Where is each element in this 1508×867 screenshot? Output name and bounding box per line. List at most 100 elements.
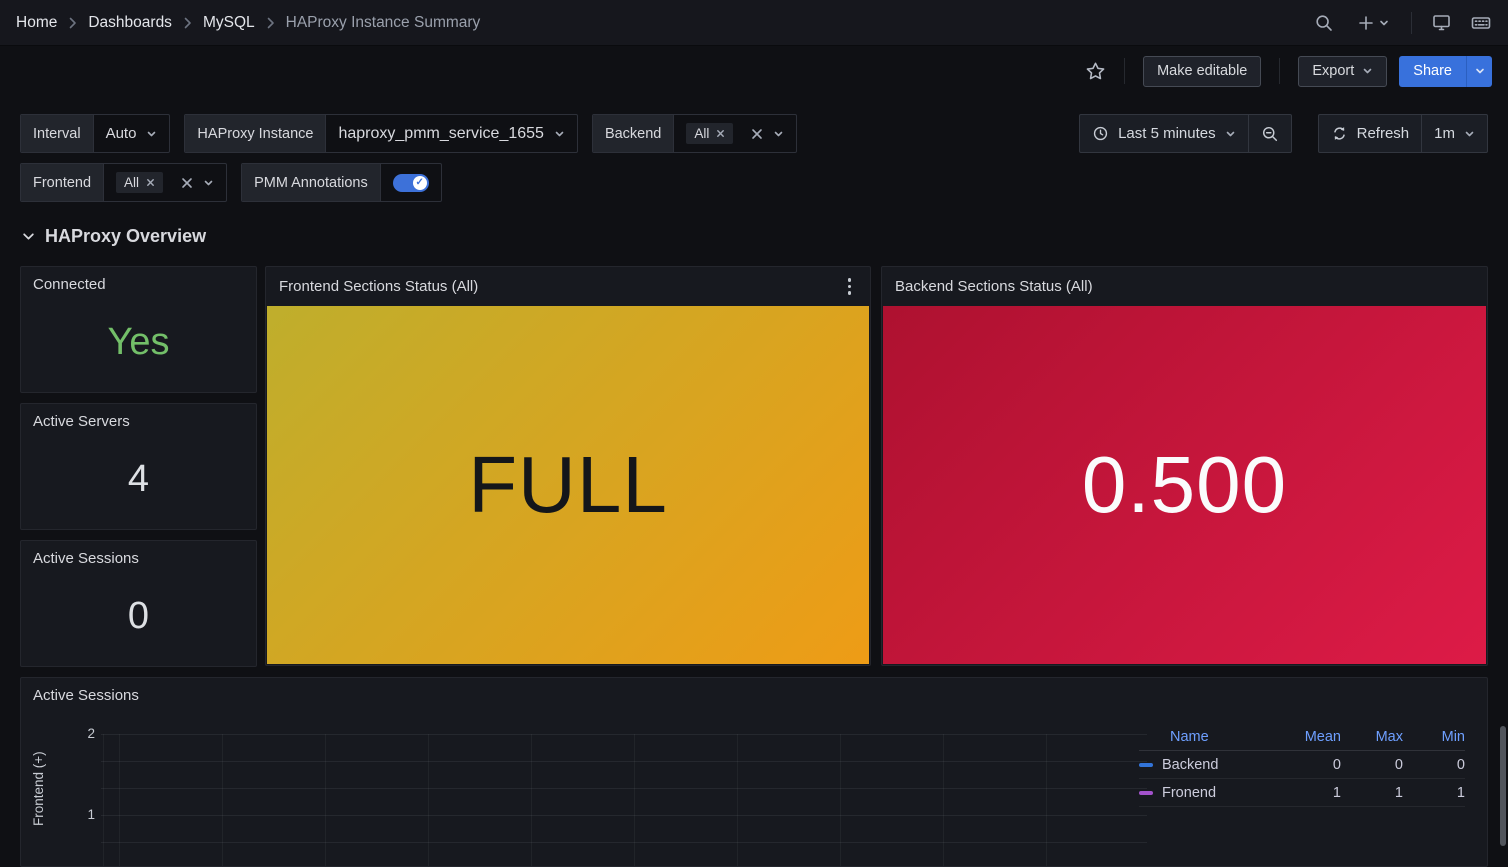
legend-header-max[interactable]: Max bbox=[1341, 729, 1403, 745]
make-editable-button[interactable]: Make editable bbox=[1143, 56, 1261, 87]
export-button[interactable]: Export bbox=[1298, 56, 1387, 87]
chevron-down-icon bbox=[146, 130, 157, 138]
stat-background: 0.500 bbox=[883, 306, 1486, 664]
time-range-label: Last 5 minutes bbox=[1118, 125, 1216, 142]
refresh-button[interactable]: Refresh bbox=[1319, 115, 1422, 152]
legend-min: 1 bbox=[1403, 785, 1465, 801]
panel-title[interactable]: Connected bbox=[21, 267, 256, 293]
series-name-backend[interactable]: Backend bbox=[1162, 757, 1218, 773]
panel-active-sessions-stat: Active Sessions 0 bbox=[20, 540, 257, 667]
keyboard-icon[interactable] bbox=[1470, 12, 1492, 34]
legend-header-min[interactable]: Min bbox=[1403, 729, 1465, 745]
chevron-down-icon bbox=[1464, 130, 1475, 138]
breadcrumb-mysql[interactable]: MySQL bbox=[203, 14, 255, 32]
y-axis-label: Frontend (+) bbox=[31, 736, 46, 826]
haproxy-instance-select[interactable]: haproxy_pmm_service_1655 bbox=[326, 115, 576, 152]
backend-chip-all[interactable]: All bbox=[686, 123, 733, 144]
clear-selection-icon[interactable] bbox=[751, 128, 763, 140]
refresh-icon bbox=[1331, 125, 1348, 142]
haproxy-instance-value: haproxy_pmm_service_1655 bbox=[338, 125, 543, 143]
haproxy-instance-label: HAProxy Instance bbox=[185, 115, 326, 152]
chevron-down-icon bbox=[1225, 130, 1236, 138]
chevron-down-icon bbox=[1362, 67, 1373, 75]
series-swatch-fronend bbox=[1139, 791, 1153, 795]
chart-legend-table: Name Mean Max Min Backend 0 0 0 Fronend … bbox=[1139, 724, 1465, 807]
frontend-chip-all[interactable]: All bbox=[116, 172, 163, 193]
legend-header-name[interactable]: Name bbox=[1139, 729, 1279, 745]
y-axis-tick: 2 bbox=[71, 726, 95, 741]
chart-plot-area[interactable] bbox=[101, 734, 1147, 866]
backend-select[interactable]: All bbox=[674, 115, 796, 152]
breadcrumb-bar: Home Dashboards MySQL HAProxy Instance S… bbox=[0, 0, 1508, 46]
variable-frontend: Frontend All bbox=[20, 163, 227, 202]
dashboard-actions-bar: Make editable Export Share bbox=[0, 47, 1508, 95]
close-icon[interactable] bbox=[716, 129, 725, 138]
time-picker: Last 5 minutes bbox=[1079, 114, 1292, 153]
stat-background: FULL bbox=[267, 306, 869, 664]
toggle-check-icon: ✓ bbox=[413, 176, 427, 190]
zoom-out-icon bbox=[1261, 125, 1279, 143]
variable-backend: Backend All bbox=[592, 114, 797, 153]
pmm-annotations-label: PMM Annotations bbox=[242, 164, 381, 201]
frontend-label: Frontend bbox=[21, 164, 104, 201]
panel-title[interactable]: Backend Sections Status (All) bbox=[895, 278, 1093, 295]
chevron-down-icon bbox=[203, 179, 214, 187]
legend-max: 0 bbox=[1341, 757, 1403, 773]
row-haproxy-overview[interactable]: HAProxy Overview bbox=[22, 226, 206, 247]
toolbar-divider bbox=[1411, 12, 1412, 34]
clock-icon bbox=[1092, 125, 1109, 142]
pmm-annotations-toggle[interactable]: ✓ bbox=[393, 174, 429, 192]
close-icon[interactable] bbox=[146, 178, 155, 187]
panel-active-sessions-chart: Active Sessions Frontend (+) 2 1 Name Me… bbox=[20, 677, 1488, 867]
chevron-down-icon bbox=[22, 232, 35, 241]
star-icon[interactable] bbox=[1084, 60, 1106, 82]
clear-selection-icon[interactable] bbox=[181, 177, 193, 189]
frontend-select[interactable]: All bbox=[104, 164, 226, 201]
legend-row-fronend: Fronend 1 1 1 bbox=[1139, 779, 1465, 807]
panel-title[interactable]: Active Servers bbox=[21, 404, 256, 430]
legend-header-mean[interactable]: Mean bbox=[1279, 729, 1341, 745]
stat-value-frontend-status: FULL bbox=[468, 439, 668, 531]
actions-divider bbox=[1124, 58, 1125, 84]
refresh-picker: Refresh 1m bbox=[1318, 114, 1488, 153]
stat-value-active-servers: 4 bbox=[128, 458, 149, 501]
zoom-out-button[interactable] bbox=[1248, 115, 1291, 152]
interval-label: Interval bbox=[21, 115, 94, 152]
panel-frontend-sections-status: Frontend Sections Status (All) FULL bbox=[265, 266, 871, 666]
panel-title[interactable]: Active Sessions bbox=[21, 541, 256, 567]
breadcrumb-dashboards[interactable]: Dashboards bbox=[88, 14, 172, 32]
export-button-label: Export bbox=[1312, 63, 1354, 79]
dashboard-controls: Interval Auto HAProxy Instance haproxy_p… bbox=[20, 114, 1488, 202]
legend-mean: 0 bbox=[1279, 757, 1341, 773]
legend-header-row: Name Mean Max Min bbox=[1139, 724, 1465, 751]
chevron-right-icon bbox=[183, 17, 192, 29]
y-axis-tick: 1 bbox=[71, 807, 95, 822]
variable-haproxy-instance: HAProxy Instance haproxy_pmm_service_165… bbox=[184, 114, 578, 153]
time-range-button[interactable]: Last 5 minutes bbox=[1080, 115, 1248, 152]
panel-title[interactable]: Frontend Sections Status (All) bbox=[279, 278, 478, 295]
search-icon[interactable] bbox=[1313, 12, 1335, 34]
interval-select[interactable]: Auto bbox=[94, 115, 170, 152]
panel-connected: Connected Yes bbox=[20, 266, 257, 393]
monitor-icon[interactable] bbox=[1430, 12, 1452, 34]
series-swatch-backend bbox=[1139, 763, 1153, 767]
breadcrumb: Home Dashboards MySQL HAProxy Instance S… bbox=[16, 14, 480, 32]
share-menu-caret[interactable] bbox=[1466, 56, 1492, 87]
panel-title[interactable]: Active Sessions bbox=[33, 687, 139, 704]
section-title: HAProxy Overview bbox=[45, 226, 206, 247]
page-scrollbar-thumb[interactable] bbox=[1500, 726, 1506, 846]
breadcrumb-current: HAProxy Instance Summary bbox=[286, 14, 481, 32]
pmm-annotations-control: PMM Annotations ✓ bbox=[241, 163, 442, 202]
panel-menu-kebab-icon[interactable] bbox=[842, 274, 858, 299]
refresh-interval-select[interactable]: 1m bbox=[1421, 115, 1487, 152]
refresh-interval-value: 1m bbox=[1434, 125, 1455, 142]
stat-value-connected: Yes bbox=[108, 321, 170, 364]
backend-chip-label: All bbox=[694, 126, 709, 141]
new-plus-icon[interactable] bbox=[1353, 12, 1393, 34]
series-name-fronend[interactable]: Fronend bbox=[1162, 785, 1216, 801]
breadcrumb-home[interactable]: Home bbox=[16, 14, 57, 32]
share-button[interactable]: Share bbox=[1399, 56, 1466, 87]
panel-active-servers: Active Servers 4 bbox=[20, 403, 257, 530]
actions-divider bbox=[1279, 58, 1280, 84]
stat-value-backend-status: 0.500 bbox=[1082, 439, 1287, 531]
